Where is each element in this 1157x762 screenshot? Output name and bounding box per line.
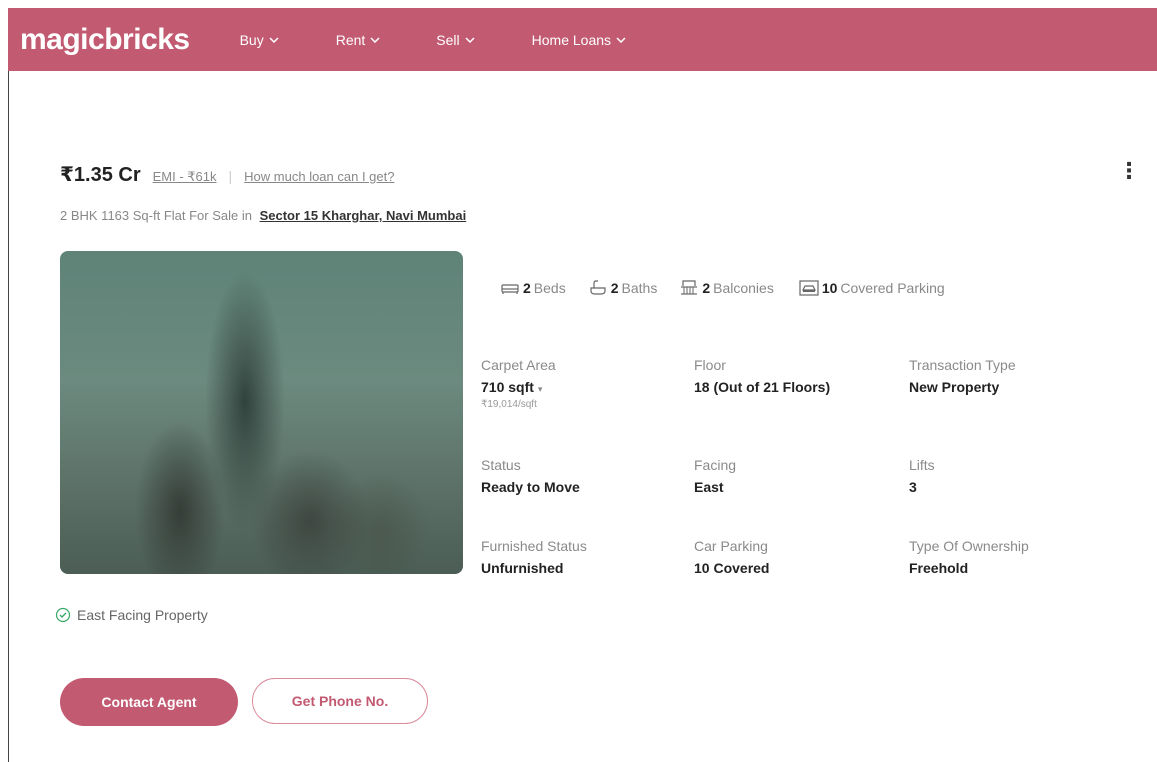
detail-label: Facing [694,457,737,473]
detail-car-parking: Car Parking 10 Covered [694,538,769,576]
car-icon [799,280,819,296]
divider: | [228,168,233,184]
detail-label: Furnished Status [481,538,587,554]
price: ₹1.35 Cr [60,164,141,186]
detail-label: Car Parking [694,538,768,554]
detail-lifts: Lifts 3 [909,457,935,495]
nav-sell[interactable]: Sell [436,31,475,48]
detail-value: Freehold [909,560,969,576]
detail-label: Lifts [909,457,935,473]
detail-value: East [694,479,724,495]
balconies-count: 2 [702,280,711,296]
price-row: ₹1.35 Cr EMI - ₹61k | How much loan can … [60,162,394,187]
check-circle-icon [55,607,71,623]
parking-label: Covered Parking [840,280,945,296]
highlight-text: East Facing Property [77,607,208,623]
amenities-row: 2 Beds 2 Baths 2 Balconies 10 Covered Pa… [500,280,945,296]
detail-label: Transaction Type [909,357,1016,373]
chevron-down-icon [370,36,380,43]
detail-transaction-type: Transaction Type New Property [909,357,1016,395]
detail-value: Unfurnished [481,560,564,576]
beds-summary: 2 Beds [500,280,566,296]
nav-rent-label: Rent [335,31,366,48]
property-photo[interactable] [60,251,463,574]
site-header: magicbricks Buy Rent Sell Home Loans [8,8,1157,71]
detail-label: Carpet Area [481,357,556,373]
parking-count: 10 [821,280,838,296]
baths-count: 2 [610,280,619,296]
listing-subtitle: 2 BHK 1163 Sq-ft Flat For Sale in Sector… [60,208,466,223]
balconies-summary: 2 Balconies [679,280,774,296]
baths-label: Baths [621,280,658,296]
detail-carpet-area: Carpet Area 710 sqft ▾ ₹19,014/sqft [481,357,556,410]
detail-value: New Property [909,379,1000,395]
beds-count: 2 [523,280,531,296]
detail-value[interactable]: 710 sqft ▾ [481,379,556,395]
parking-summary: 10 Covered Parking [799,280,945,296]
detail-ownership: Type Of Ownership Freehold [909,538,1029,576]
get-phone-button[interactable]: Get Phone No. [252,678,428,724]
nav-home-loans[interactable]: Home Loans [532,32,626,48]
more-options-icon[interactable]: ⋮ [1118,158,1140,184]
detail-value: 3 [909,479,917,495]
nav-home-loans-label: Home Loans [531,31,612,48]
contact-agent-button[interactable]: Contact Agent [60,678,238,726]
detail-label: Type Of Ownership [909,538,1029,554]
balcony-icon [681,280,698,295]
chevron-down-icon: ▾ [537,384,543,394]
emi-link[interactable]: EMI - ₹61k [153,169,217,185]
locality-link[interactable]: Sector 15 Kharghar, Navi Mumbai [260,208,467,223]
page-border [8,70,9,762]
nav-buy-label: Buy [239,31,264,48]
detail-floor: Floor 18 (Out of 21 Floors) [694,357,830,395]
beds-label: Beds [533,280,566,296]
chevron-down-icon [269,36,279,43]
detail-status: Status Ready to Move [481,457,580,495]
detail-value: Ready to Move [481,479,580,495]
detail-label: Floor [694,357,726,373]
nav-rent[interactable]: Rent [336,32,381,48]
highlight-east-facing: East Facing Property [55,607,208,623]
detail-label: Status [481,457,521,473]
bed-icon [501,284,519,294]
detail-value: 18 (Out of 21 Floors) [694,379,831,395]
detail-value: 10 Covered [694,560,770,576]
magicbricks-logo[interactable]: magicbricks [20,23,190,57]
chevron-down-icon [616,36,626,43]
chevron-down-icon [465,36,475,43]
loan-eligibility-link[interactable]: How much loan can I get? [244,169,394,184]
balconies-label: Balconies [713,280,774,296]
bath-icon [590,280,606,295]
listing-description: 2 BHK 1163 Sq-ft Flat For Sale in [60,208,252,223]
detail-facing: Facing East [694,457,736,495]
price-per-sqft: ₹19,014/sqft [481,399,537,410]
baths-summary: 2 Baths [588,280,658,296]
nav-buy[interactable]: Buy [240,32,279,48]
detail-furnished-status: Furnished Status Unfurnished [481,538,587,576]
nav-sell-label: Sell [436,31,460,48]
